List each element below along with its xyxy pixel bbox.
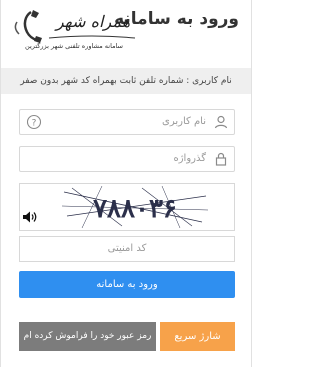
captcha-code: ۷۸۸۰۳۶: [92, 194, 177, 224]
logo: همراه شهر سامانه مشاوره تلفنی شهر بزرگتر…: [9, 8, 139, 68]
password-placeholder: گذرواژه: [173, 153, 206, 164]
speaker-icon[interactable]: [22, 210, 38, 224]
security-code-field[interactable]: کد امنیتی: [19, 236, 235, 262]
forgot-password-button[interactable]: رمز عبور خود را فراموش کرده ام: [19, 322, 156, 351]
logo-name: همراه شهر: [55, 12, 131, 31]
help-icon[interactable]: ?: [26, 114, 42, 130]
security-code-placeholder: کد امنیتی: [107, 243, 147, 254]
user-icon: [214, 115, 228, 129]
captcha-image: ۷۸۸۰۳۶: [62, 186, 208, 228]
username-placeholder: نام کاربری: [162, 116, 206, 127]
phone-icon: [14, 10, 42, 43]
username-hint: نام کاربری : شماره تلفن ثابت بهمراه کد ش…: [1, 68, 251, 94]
logo-underline: [48, 35, 136, 39]
svg-text:?: ?: [32, 118, 37, 128]
login-panel: ورود به سامانه همراه شهر سامانه مشاوره ت…: [0, 0, 252, 367]
lock-icon: [215, 152, 227, 166]
logo-tagline: سامانه مشاوره تلفنی شهر بزرگترین: [25, 42, 123, 50]
login-button[interactable]: ورود به سامانه: [19, 271, 235, 298]
username-field[interactable]: نام کاربری ?: [19, 109, 235, 135]
quick-charge-button[interactable]: شارژ سریع: [160, 322, 235, 351]
captcha-box: ۷۸۸۰۳۶: [19, 183, 235, 231]
password-field[interactable]: گذرواژه: [19, 146, 235, 172]
